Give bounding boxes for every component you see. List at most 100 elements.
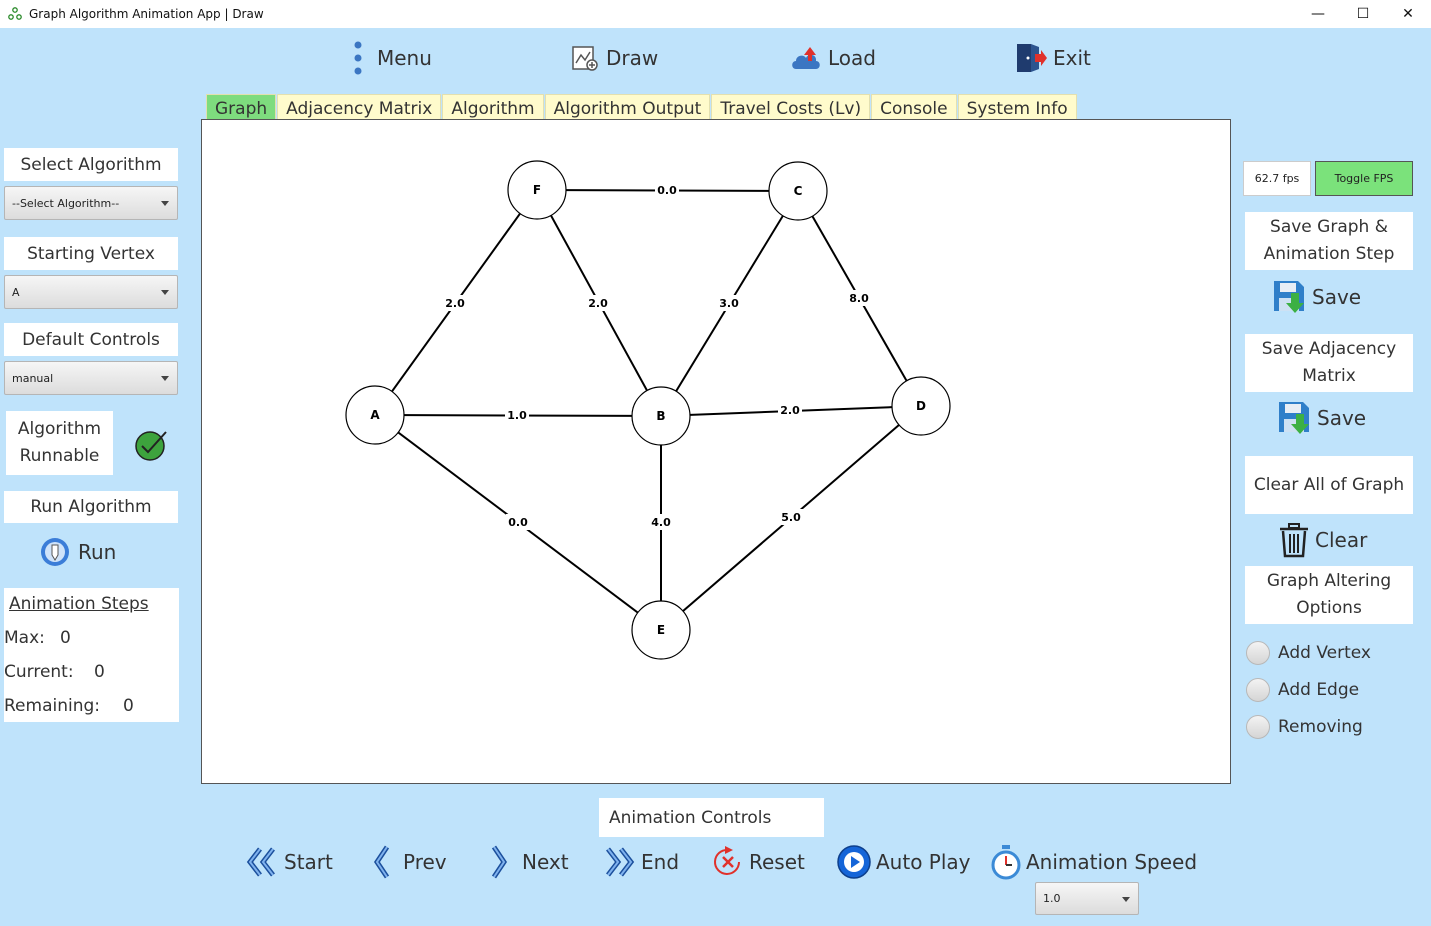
edge-weight-label: 2.0	[445, 297, 465, 310]
run-label: Run	[78, 540, 117, 564]
check-circle-icon	[135, 431, 167, 461]
graph-altering-line2: Options	[1296, 598, 1362, 618]
next-label: Next	[522, 850, 569, 874]
graph-vertex-e[interactable]: E	[631, 600, 691, 660]
toggle-fps-button[interactable]: Toggle FPS	[1315, 161, 1413, 196]
menu-button[interactable]: Menu	[350, 36, 432, 80]
algorithm-select-value: --Select Algorithm--	[12, 196, 120, 210]
starting-vertex-label: Starting Vertex	[4, 237, 178, 270]
reset-icon	[714, 846, 740, 875]
default-controls-label: Default Controls	[4, 323, 178, 356]
remaining-steps-value: 0	[123, 696, 134, 716]
load-button[interactable]: Load	[790, 36, 876, 80]
double-chevron-left-icon	[246, 847, 275, 877]
edge-weight-label: 3.0	[719, 297, 739, 310]
edge-weight-label: 2.0	[780, 404, 800, 417]
end-button[interactable]: End	[601, 842, 679, 882]
tab-system-info[interactable]: System Info	[957, 94, 1077, 120]
save-matrix-label: Save Adjacency Matrix	[1245, 334, 1413, 392]
minimize-button[interactable]: —	[1295, 0, 1341, 28]
clear-button[interactable]: Clear	[1278, 522, 1367, 558]
graph-canvas[interactable]: 0.0 2.0 2.0 3.0 8.0 1.0 2.0 0.0 4.0 5.0 F C A B D E	[201, 119, 1231, 784]
add-edge-radio[interactable]	[1246, 678, 1270, 702]
edge-weight-label: 0.0	[657, 184, 677, 197]
fps-display: 62.7 fps	[1243, 161, 1311, 196]
algorithm-select[interactable]: --Select Algorithm--	[4, 186, 178, 220]
graph-vertex-f[interactable]: F	[507, 160, 567, 220]
tab-algorithm-output[interactable]: Algorithm Output	[544, 94, 711, 120]
animation-speed-control: Animation Speed	[990, 842, 1197, 882]
animation-steps-panel: Animation Steps Max: 0 Current: 0 Remain…	[4, 588, 179, 722]
starting-vertex-select[interactable]: A	[4, 275, 178, 309]
tab-graph[interactable]: Graph	[206, 94, 277, 120]
graph-altering-label: Graph Altering Options	[1245, 566, 1413, 624]
default-controls-select[interactable]: manual	[4, 361, 178, 395]
graph-vertex-a[interactable]: A	[345, 385, 405, 445]
graph-vertex-d[interactable]: D	[891, 376, 951, 436]
reset-button[interactable]: Reset	[711, 842, 805, 882]
run-icon	[41, 538, 69, 566]
add-edge-label: Add Edge	[1278, 680, 1360, 700]
edge-weight-label: 8.0	[849, 292, 869, 305]
save-matrix-button[interactable]: Save	[1277, 400, 1366, 436]
save-graph-button[interactable]: Save	[1272, 279, 1361, 315]
starting-vertex-value: A	[12, 285, 20, 299]
max-steps-value: 0	[60, 628, 71, 648]
add-vertex-radio[interactable]	[1246, 641, 1270, 665]
current-step-label: Current:	[4, 662, 74, 682]
default-controls-value: manual	[12, 371, 54, 385]
draw-label: Draw	[606, 46, 659, 70]
floppy-disk-icon	[1274, 281, 1304, 313]
tab-console[interactable]: Console	[871, 94, 957, 120]
next-button[interactable]: Next	[486, 842, 569, 882]
load-label: Load	[828, 46, 876, 70]
current-step-value: 0	[94, 662, 105, 682]
save-graph-button-label: Save	[1312, 285, 1362, 309]
run-button[interactable]: Run	[40, 536, 116, 568]
start-button[interactable]: Start	[244, 842, 333, 882]
algorithm-runnable-line1: Algorithm	[17, 419, 102, 439]
graph-drawing[interactable]: 0.0 2.0 2.0 3.0 8.0 1.0 2.0 0.0 4.0 5.0 F C A B D E	[202, 120, 1230, 783]
edge-weight-label: 4.0	[651, 516, 671, 529]
vertex-label: F	[533, 183, 541, 197]
add-edge-option[interactable]: Add Edge	[1246, 678, 1359, 702]
tab-travel-costs[interactable]: Travel Costs (Lv)	[711, 94, 871, 120]
tab-adjacency-matrix[interactable]: Adjacency Matrix	[277, 94, 442, 120]
prev-button[interactable]: Prev	[369, 842, 447, 882]
removing-label: Removing	[1278, 717, 1363, 737]
removing-option[interactable]: Removing	[1246, 715, 1363, 739]
edge-weight-label: 2.0	[588, 297, 608, 310]
chevron-down-icon	[161, 201, 169, 206]
auto-play-button[interactable]: Auto Play	[836, 842, 971, 882]
app-icon	[8, 7, 22, 20]
floppy-disk-icon	[1279, 402, 1309, 434]
animation-controls-title: Animation Controls	[599, 798, 824, 837]
edge-weight-label: 1.0	[507, 409, 527, 422]
animation-speed-select[interactable]: 1.0	[1035, 882, 1139, 915]
exit-door-icon	[1017, 44, 1047, 72]
maximize-button[interactable]: ☐	[1340, 0, 1386, 28]
add-vertex-label: Add Vertex	[1278, 643, 1371, 663]
add-vertex-option[interactable]: Add Vertex	[1246, 641, 1371, 665]
close-button[interactable]: ✕	[1385, 0, 1431, 28]
save-graph-line2: Animation Step	[1263, 244, 1395, 264]
auto-play-label: Auto Play	[876, 850, 971, 874]
exit-button[interactable]: Exit	[1013, 36, 1091, 80]
removing-radio[interactable]	[1246, 715, 1270, 739]
title-bar: Graph Algorithm Animation App | Draw — ☐…	[0, 0, 1431, 28]
animation-speed-label: Animation Speed	[1026, 850, 1198, 874]
clear-button-label: Clear	[1315, 528, 1368, 552]
animation-speed-value: 1.0	[1043, 892, 1061, 905]
vertex-label: D	[916, 399, 926, 413]
draw-button[interactable]: Draw	[570, 36, 658, 80]
graph-vertex-c[interactable]: C	[768, 161, 828, 221]
max-steps-label: Max:	[4, 628, 45, 648]
tab-algorithm[interactable]: Algorithm	[442, 94, 544, 120]
vertex-label: E	[657, 623, 665, 637]
prev-label: Prev	[403, 850, 447, 874]
animation-steps-header: Animation Steps	[9, 594, 149, 614]
graph-vertex-b[interactable]: B	[631, 386, 691, 446]
chevron-down-icon	[161, 376, 169, 381]
select-algorithm-label: Select Algorithm	[4, 148, 178, 181]
save-matrix-line1: Save Adjacency	[1261, 339, 1397, 359]
